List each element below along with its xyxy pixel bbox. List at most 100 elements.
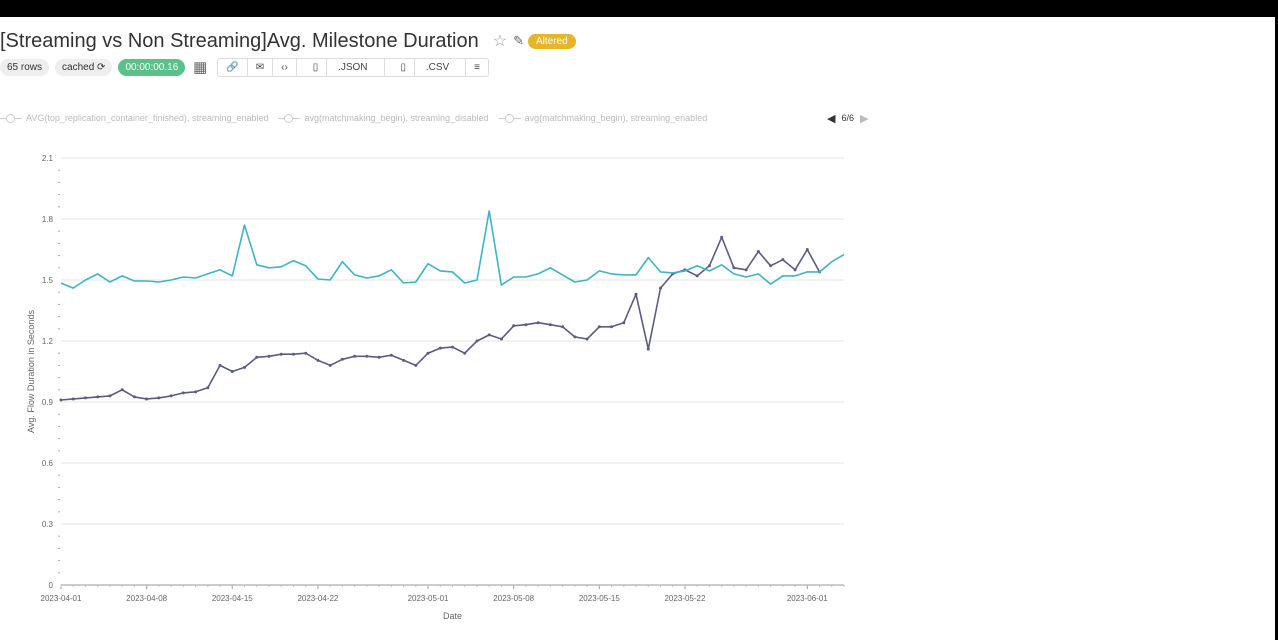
legend-item[interactable]: AVG(top_replication_container_finished),… [0,113,268,123]
x-tick-label: 2023-05-22 [664,594,705,603]
x-axis-label: Date [443,611,462,621]
menu-icon[interactable]: ≡ [466,59,488,76]
legend-item[interactable]: avg(matchmaking_begin), streaming_disabl… [278,113,489,123]
data-point [720,235,724,239]
data-point [96,395,100,399]
calendar-icon[interactable]: ▦ [191,58,209,76]
export-csv-button[interactable]: ▯ .CSV [385,58,467,76]
json-label: .JSON [338,61,368,73]
data-point [744,268,748,272]
meta-bar: 65 rows cached ⟳ 00:00:00.16 ▦ 🔗 ✉ ‹› ▯ … [0,56,490,78]
data-point [475,339,479,343]
embed-code-icon[interactable]: ‹› [273,58,297,76]
legend: AVG(top_replication_container_finished),… [0,111,717,125]
data-point [83,396,87,400]
data-point [646,347,650,351]
data-point [169,394,173,398]
legend-marker-icon [0,113,22,123]
x-tick-label: 2023-04-22 [297,594,338,603]
data-point [304,351,308,355]
data-point [206,386,210,390]
data-point [463,351,467,355]
data-point [793,268,797,272]
refresh-icon: ⟳ [97,61,106,73]
next-page-icon[interactable]: ▶ [860,112,868,125]
data-point [340,357,344,361]
data-point [71,397,75,401]
data-point [597,325,601,329]
data-point [610,325,614,329]
timer-badge: 00:00:00.16 [118,58,186,76]
chart-title: [Streaming vs Non Streaming]Avg. Milesto… [0,29,479,52]
gridlines [61,157,844,586]
data-point [218,363,222,367]
action-buttons: 🔗 ✉ ‹› ▯ .JSON ▯ .CSV ≡ [217,57,490,77]
data-point [695,274,699,278]
star-icon[interactable]: ☆ [493,31,507,51]
data-point [781,258,785,262]
email-icon[interactable]: ✉ [248,58,274,76]
data-point [377,355,381,359]
data-point [243,365,247,369]
data-point [548,323,552,327]
data-point [487,333,491,337]
data-point [512,324,516,328]
export-json-button[interactable]: ▯ .JSON [297,58,385,76]
y-tick-label: 0.9 [42,398,54,407]
data-point [255,355,259,359]
data-point [805,248,809,251]
data-point [157,396,161,400]
data-point [536,321,540,325]
data-point [451,345,454,349]
x-axis: 2023-04-01 2023-04-08 2023-04-15 2023-04-22… [41,584,845,603]
data-point [132,395,136,399]
data-point [59,398,63,402]
edit-icon[interactable]: ✎ [513,33,524,49]
y-tick-label: 0.6 [42,459,54,468]
legend-item[interactable]: avg(matchmaking_begin), streaming_enable… [498,113,708,123]
y-axis: 0 0.3 0.6 0.9 1.2 1.5 1.8 2.1 [42,154,60,590]
y-tick-label: 1.8 [42,215,54,224]
data-point [585,337,589,341]
data-point [561,325,565,329]
data-point [634,292,638,296]
data-point [732,266,736,270]
cached-badge[interactable]: cached ⟳ [55,58,113,76]
data-point [120,388,124,392]
link-icon[interactable]: 🔗 [218,58,248,76]
data-point [499,337,503,341]
y-tick-label: 1.2 [42,337,54,346]
data-point [402,358,406,362]
line-chart: 00.30.60.91.21.51.82.1 2023-04-01 2023-04… [26,154,845,621]
x-tick-label: 2023-04-01 [41,594,82,603]
data-point [707,264,711,268]
y-axis-label: Avg. Flow Duration in Seconds [26,310,36,433]
y-tick-label: 0.3 [42,520,54,529]
legend-page-label: 6/6 [841,113,854,123]
legend-label: avg(matchmaking_begin), streaming_disabl… [304,113,489,123]
prev-page-icon[interactable]: ◀ [827,112,835,125]
data-point [328,363,332,367]
data-point [145,397,149,401]
data-point [756,250,760,254]
file-icon: ▯ [304,58,328,76]
data-point [524,323,528,327]
series-layer [59,210,845,402]
x-tick-label: 2023-05-15 [579,594,620,603]
series-streaming-disabled [59,235,822,402]
legend-label: avg(matchmaking_begin), streaming_enable… [524,113,708,123]
data-point [108,394,112,398]
data-point [769,264,773,268]
data-point [291,352,295,356]
x-tick-label: 2023-05-08 [493,594,534,603]
data-point [279,352,283,356]
x-tick-label: 2023-06-01 [787,594,828,603]
altered-badge[interactable]: Altered [528,33,576,49]
data-point [194,390,198,394]
data-point [426,351,430,355]
file-icon: ▯ [392,58,416,76]
data-point [353,354,357,358]
data-point [389,353,393,357]
series-line [60,236,821,401]
data-point [365,354,369,358]
